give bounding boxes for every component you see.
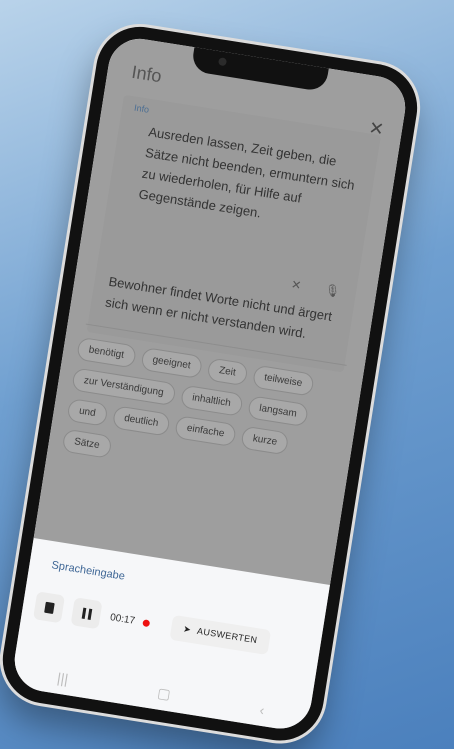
home-icon[interactable]: ▢ <box>156 684 172 703</box>
tag-chip[interactable]: benötigt <box>76 336 137 369</box>
recording-indicator <box>142 618 151 627</box>
tag-chip[interactable]: langsam <box>246 395 310 428</box>
tag-chip[interactable]: einfache <box>174 415 237 448</box>
send-icon: ➤ <box>182 623 193 635</box>
tag-chip[interactable]: Zeit <box>206 357 249 387</box>
android-nav-bar: ||| ▢ ‹ <box>11 662 310 726</box>
tag-chip[interactable]: teilweise <box>251 364 315 397</box>
tag-chip[interactable]: deutlich <box>111 405 171 437</box>
phone-frame: Info ✕ Info Ausreden lassen, Zeit geben,… <box>0 20 424 747</box>
pause-button[interactable] <box>70 597 103 630</box>
recent-apps-icon[interactable]: ||| <box>56 669 69 687</box>
speech-input-label: Spracheingabe <box>50 559 126 583</box>
stop-icon <box>43 601 55 614</box>
tag-chip[interactable]: Sätze <box>61 428 113 459</box>
mini-tools: ✕ 🎙 <box>290 277 341 299</box>
camera-icon <box>217 57 228 67</box>
card-label: Info <box>133 102 150 115</box>
microphone-icon[interactable]: 🎙 <box>324 283 341 299</box>
info-text-main: Ausreden lassen, Zeit geben, die Sätze n… <box>137 124 356 221</box>
evaluate-label: AUSWERTEN <box>196 625 259 646</box>
tag-chip[interactable]: und <box>66 398 109 427</box>
tag-chip[interactable]: kurze <box>240 425 290 456</box>
voice-input-panel: Spracheingabe 00:17 ➤ AUSWERTEN ||| ▢ ‹ <box>10 538 330 734</box>
back-icon[interactable]: ‹ <box>259 701 266 718</box>
tag-chip[interactable]: inhaltlich <box>179 384 244 417</box>
pause-icon <box>81 607 92 620</box>
app-screen: Info ✕ Info Ausreden lassen, Zeit geben,… <box>10 34 410 734</box>
clear-text-icon[interactable]: ✕ <box>290 277 302 292</box>
stop-button[interactable] <box>33 591 66 624</box>
recording-controls: 00:17 ➤ AUSWERTEN <box>33 591 310 662</box>
recording-time: 00:17 <box>109 611 136 627</box>
evaluate-button[interactable]: ➤ AUSWERTEN <box>169 614 272 655</box>
tag-chip[interactable]: geeignet <box>139 346 204 380</box>
page-title: Info <box>130 61 164 87</box>
